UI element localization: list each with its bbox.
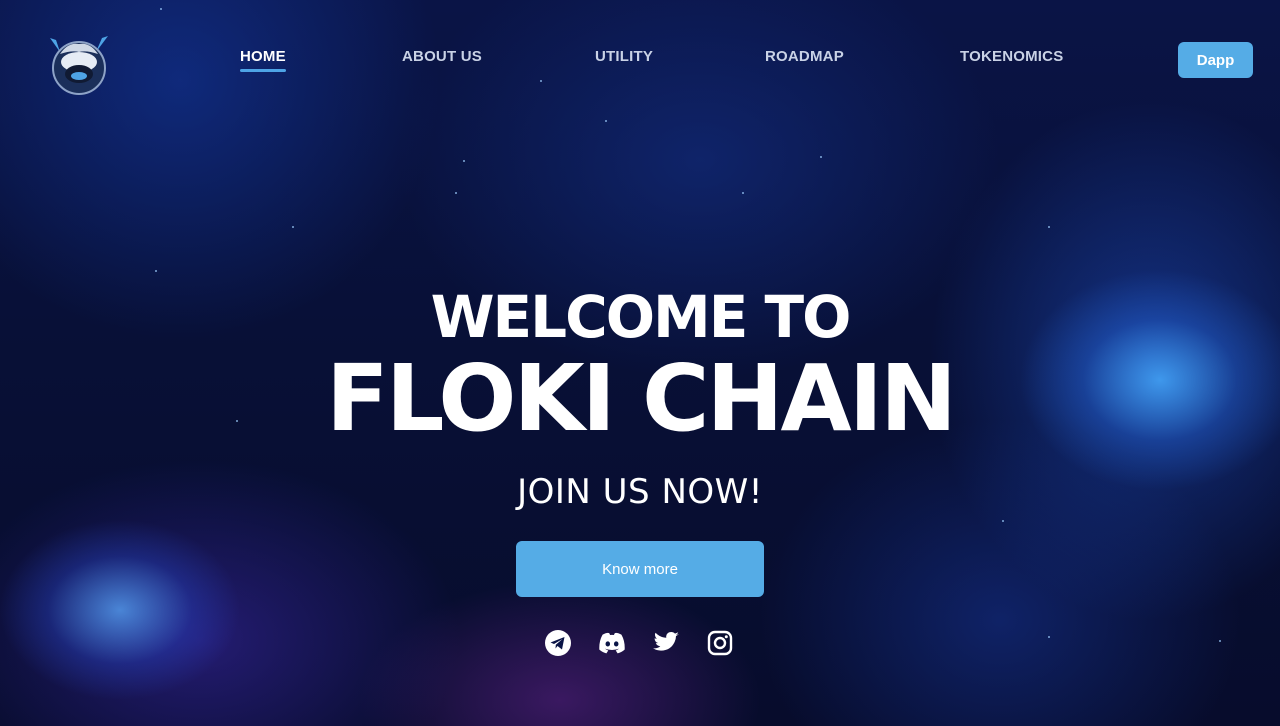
main-nav: HOME ABOUT US UTILITY ROADMAP TOKENOMICS <box>0 48 1280 72</box>
nav-item-home[interactable]: HOME <box>240 48 286 72</box>
hero-subtitle: JOIN US NOW! <box>517 472 763 512</box>
hero-brand-heading: FLOKI CHAIN <box>326 345 957 452</box>
twitter-link[interactable] <box>651 628 681 658</box>
dapp-button[interactable]: Dapp <box>1178 42 1253 78</box>
nav-item-about-us[interactable]: ABOUT US <box>402 48 482 65</box>
nav-item-tokenomics[interactable]: TOKENOMICS <box>960 48 1063 65</box>
nav-item-roadmap[interactable]: ROADMAP <box>765 48 844 65</box>
instagram-icon <box>707 630 733 656</box>
instagram-link[interactable] <box>705 628 735 658</box>
nav-item-utility[interactable]: UTILITY <box>595 48 653 65</box>
discord-link[interactable] <box>597 628 627 658</box>
telegram-link[interactable] <box>543 628 573 658</box>
social-links <box>543 628 735 658</box>
hero-welcome-heading: WELCOME TO <box>430 283 852 351</box>
telegram-icon <box>545 630 571 656</box>
twitter-icon <box>653 632 679 651</box>
know-more-button[interactable]: Know more <box>516 541 764 597</box>
discord-icon <box>599 632 625 654</box>
